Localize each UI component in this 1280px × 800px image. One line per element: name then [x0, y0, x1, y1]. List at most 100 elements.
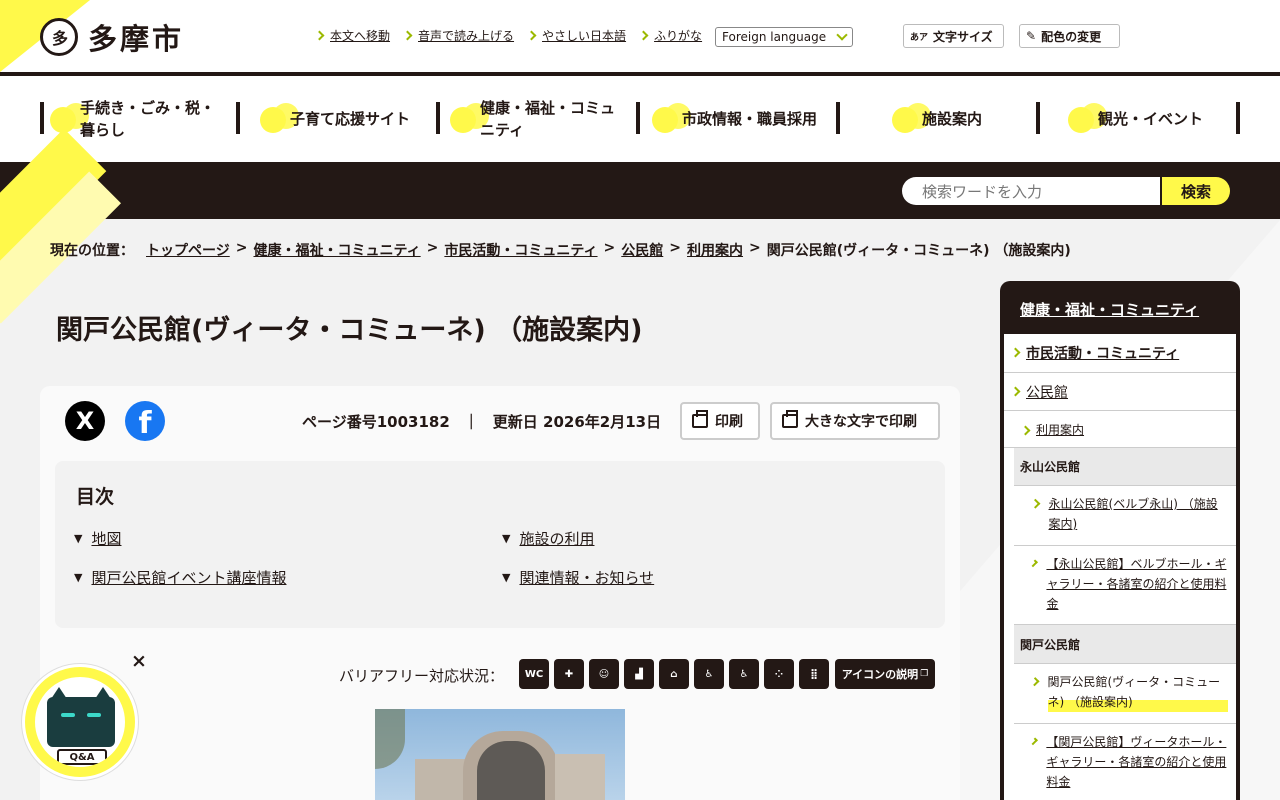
skip-to-content-link[interactable]: 本文へ移動 [314, 27, 390, 44]
site-logo[interactable]: 多 多摩市 [40, 16, 184, 58]
chevron-right-icon [1030, 498, 1041, 509]
toc-item-related-info[interactable]: ▼ 関連情報・お知らせ [502, 567, 654, 588]
read-aloud-link[interactable]: 音声で読み上げる [402, 27, 514, 44]
breadcrumb-current: 関戸公民館(ヴィータ・コミューネ) （施設案内) [766, 243, 1071, 259]
font-size-button[interactable]: あア 文字サイズ [903, 24, 1004, 48]
bed-icon: ⌂ [659, 659, 689, 689]
chevron-right-icon [1010, 347, 1021, 358]
chevron-right-icon [1030, 677, 1040, 686]
stairs-icon: ▟ [624, 659, 654, 689]
nav-item-city-info[interactable]: 市政情報・職員採用 [652, 103, 832, 135]
easy-japanese-link[interactable]: やさしい日本語 [526, 27, 626, 44]
braille-icon: ⁘ [764, 659, 794, 689]
sidebar-item-sekido-facility-current[interactable]: 関戸公民館(ヴィータ・コミューネ) （施設案内) [1014, 664, 1236, 724]
breadcrumb-link-community[interactable]: 市民活動・コミュニティ [444, 240, 597, 260]
printer-icon [692, 410, 708, 428]
site-header: 多 多摩市 本文へ移動 音声で読み上げる やさしい日本語 ふりがな Foreig… [0, 0, 1280, 72]
toc-title: 目次 [76, 486, 115, 508]
breadcrumb-here-label: 現在の位置： [50, 243, 134, 259]
breadcrumb-link-top[interactable]: トップページ [146, 240, 230, 260]
sidebar-item-nagayama-hall[interactable]: 【永山公民館】ベルブホール・ギャラリー・各諸室の紹介と使用料金 [1014, 546, 1236, 625]
chevron-right-icon [1020, 425, 1031, 436]
first-aid-icon: ✚ [554, 659, 584, 689]
nav-separator [436, 102, 440, 134]
nav-separator [836, 102, 840, 134]
breadcrumb-separator: > [603, 240, 616, 256]
nav-item-facilities[interactable]: 施設案内 [892, 103, 1032, 135]
color-change-button[interactable]: ✎ 配色の変更 [1019, 24, 1120, 48]
updated-date: 更新日 2026年2月13日 [492, 413, 662, 431]
toc-item-events[interactable]: ▼ 関戸公民館イベント講座情報 [74, 567, 286, 588]
chevron-right-icon [314, 30, 325, 41]
nav-separator [236, 102, 240, 134]
facility-photo [375, 709, 625, 800]
breadcrumb-link-kominkan[interactable]: 公民館 [621, 240, 663, 260]
sidebar-item-community[interactable]: 市民活動・コミュニティ [1004, 334, 1236, 373]
breadcrumb-separator: > [426, 240, 439, 256]
paint-bucket-icon: ✎ [1026, 29, 1037, 43]
chat-close-button[interactable]: × [131, 650, 147, 672]
triangle-down-icon: ▼ [74, 571, 83, 584]
barrier-free-icons: WC ✚ ☺ ▟ ⌂ ♿ ♿ ⁘ ⣿ [519, 659, 829, 689]
sidebar-heading-link[interactable]: 健康・福祉・コミュニティ [1020, 299, 1199, 320]
breadcrumb-separator: > [669, 240, 682, 256]
chevron-right-icon [526, 30, 537, 41]
table-of-contents [55, 461, 945, 628]
nav-separator [1236, 102, 1240, 134]
triangle-down-icon: ▼ [502, 532, 511, 545]
meta-separator: ｜ [463, 413, 479, 431]
print-button[interactable]: 印刷 [680, 402, 760, 440]
nav-item-childcare[interactable]: 子育て応援サイト [260, 103, 430, 135]
breadcrumb-link-usage[interactable]: 利用案内 [687, 240, 743, 260]
icon-explanation-link[interactable]: アイコンの説明 ❐ [835, 659, 935, 689]
nav-item-tourism-events[interactable]: 観光・イベント [1068, 103, 1228, 135]
breadcrumb: 現在の位置： トップページ > 健康・福祉・コミュニティ > 市民活動・コミュニ… [50, 240, 1071, 260]
font-size-icon: あア [910, 32, 929, 43]
chevron-right-icon [1030, 559, 1039, 568]
sidebar-item-sekido-hall[interactable]: 【関戸公民館】ヴィータホール・ギャラリー・各諸室の紹介と使用料金 [1014, 724, 1236, 800]
toc-item-map[interactable]: ▼ 地図 [74, 528, 121, 549]
utility-links: 本文へ移動 音声で読み上げる やさしい日本語 ふりがな [314, 27, 702, 44]
chevron-right-icon [402, 30, 413, 41]
sidebar-menu: 市民活動・コミュニティ 公民館 利用案内 永山公民館 永山公民館(ベルブ永山) … [1004, 334, 1236, 800]
breadcrumb-separator: > [235, 240, 248, 256]
logo-text: 多摩市 [88, 22, 185, 56]
sidebar-item-usage[interactable]: 利用案内 [1004, 411, 1236, 448]
sidebar-item-nagayama-facility[interactable]: 永山公民館(ベルブ永山) （施設案内) [1014, 486, 1236, 546]
elevator-icon: ♿ [729, 659, 759, 689]
qa-label: Q&A [57, 749, 107, 765]
chatbot-cat-icon: Q&A [31, 673, 129, 771]
page-meta: ページ番号1003182 ｜ 更新日 2026年2月13日 [302, 411, 661, 432]
chevron-right-icon [1010, 386, 1021, 397]
barrier-free-label: バリアフリー対応状況： [339, 667, 505, 685]
printer-icon [782, 410, 798, 428]
nav-item-procedures[interactable]: 手続き・ごみ・税・ 暮らし [50, 99, 230, 139]
global-nav: 手続き・ごみ・税・ 暮らし 子育て応援サイト 健康・福祉・コミュ ニティ 市政情報・… [0, 76, 1280, 162]
print-large-text-button[interactable]: 大きな文字で印刷 [770, 402, 940, 440]
wheelchair-icon: ♿ [694, 659, 724, 689]
wc-icon: WC [519, 659, 549, 689]
furigana-link[interactable]: ふりがな [638, 27, 702, 44]
foreign-language-select[interactable]: Foreign language [715, 27, 853, 47]
tactile-icon: ⣿ [799, 659, 829, 689]
city-emblem-icon: 多 [40, 18, 78, 56]
nav-item-health-welfare[interactable]: 健康・福祉・コミュ ニティ [450, 99, 630, 139]
toc-item-facility-use[interactable]: ▼ 施設の利用 [502, 528, 594, 549]
sidebar-item-kominkan[interactable]: 公民館 [1004, 373, 1236, 411]
breadcrumb-link-health[interactable]: 健康・福祉・コミュニティ [253, 240, 420, 260]
chatbot-launcher[interactable]: Q&A [22, 664, 138, 780]
nav-separator [1036, 102, 1040, 134]
chevron-down-icon [836, 28, 848, 41]
x-share-icon[interactable]: X [65, 401, 105, 441]
page-title: 関戸公民館(ヴィータ・コミューネ) （施設案内) [56, 315, 643, 346]
page-number: ページ番号1003182 [302, 413, 450, 431]
triangle-down-icon: ▼ [74, 532, 83, 545]
search-bar: 検索ワードを入力 検索 [0, 162, 1280, 219]
triangle-down-icon: ▼ [502, 571, 511, 584]
chevron-right-icon [1030, 737, 1039, 746]
nav-separator [636, 102, 640, 134]
baby-icon: ☺ [589, 659, 619, 689]
search-button[interactable]: 検索 [1162, 177, 1230, 205]
facebook-share-icon[interactable]: f [125, 401, 165, 441]
search-input[interactable]: 検索ワードを入力 [902, 177, 1160, 205]
